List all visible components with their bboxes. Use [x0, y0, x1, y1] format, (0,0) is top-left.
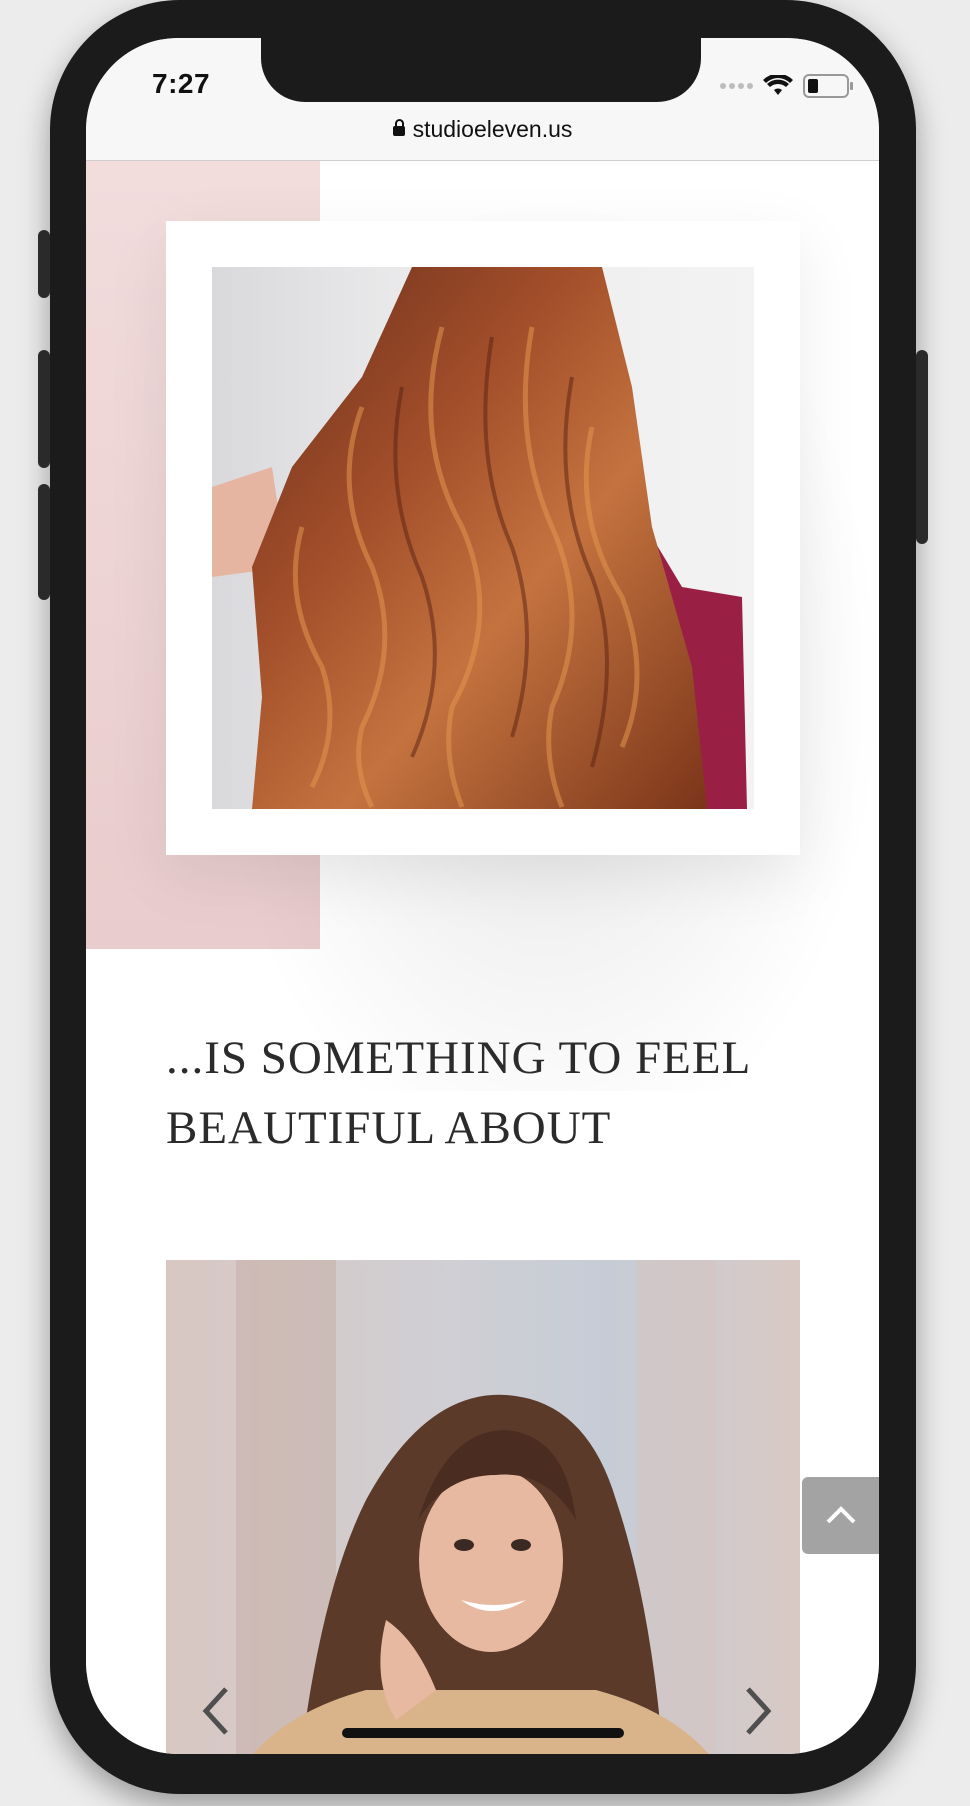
back-to-top-button[interactable] — [802, 1477, 879, 1554]
chevron-up-icon — [826, 1506, 856, 1524]
status-icons — [720, 74, 853, 98]
woman-portrait — [236, 1260, 716, 1754]
hair-illustration — [212, 267, 747, 809]
clock: 7:27 — [152, 68, 211, 99]
slider-prev-arrow[interactable] — [196, 1681, 236, 1741]
chevron-right-icon — [746, 1687, 772, 1735]
chevron-left-icon — [202, 1687, 228, 1735]
address-bar[interactable]: studioeleven.us — [86, 116, 879, 143]
volume-up-button — [38, 350, 50, 468]
mute-switch — [38, 230, 50, 298]
volume-down-button — [38, 484, 50, 600]
power-button — [916, 350, 928, 544]
hero-image-frame — [166, 221, 800, 855]
page-content: ...IS SOMETHING TO FEEL BEAUTIFUL ABOUT — [86, 161, 879, 1754]
wifi-icon — [763, 75, 793, 95]
slider-next-arrow[interactable] — [738, 1681, 778, 1741]
notch — [261, 38, 701, 102]
hair-photo — [212, 267, 754, 809]
signal-icon — [720, 83, 753, 89]
home-indicator[interactable] — [342, 1728, 624, 1738]
phone-screen: 7:27 studioeleven.us ...IS SOMETHING TO … — [86, 38, 879, 1754]
battery-icon — [803, 74, 853, 98]
slider-photo[interactable] — [166, 1260, 800, 1754]
section-heading: ...IS SOMETHING TO FEEL BEAUTIFUL ABOUT — [166, 1032, 750, 1154]
lock-icon — [392, 119, 405, 136]
url-text: studioeleven.us — [412, 116, 573, 142]
